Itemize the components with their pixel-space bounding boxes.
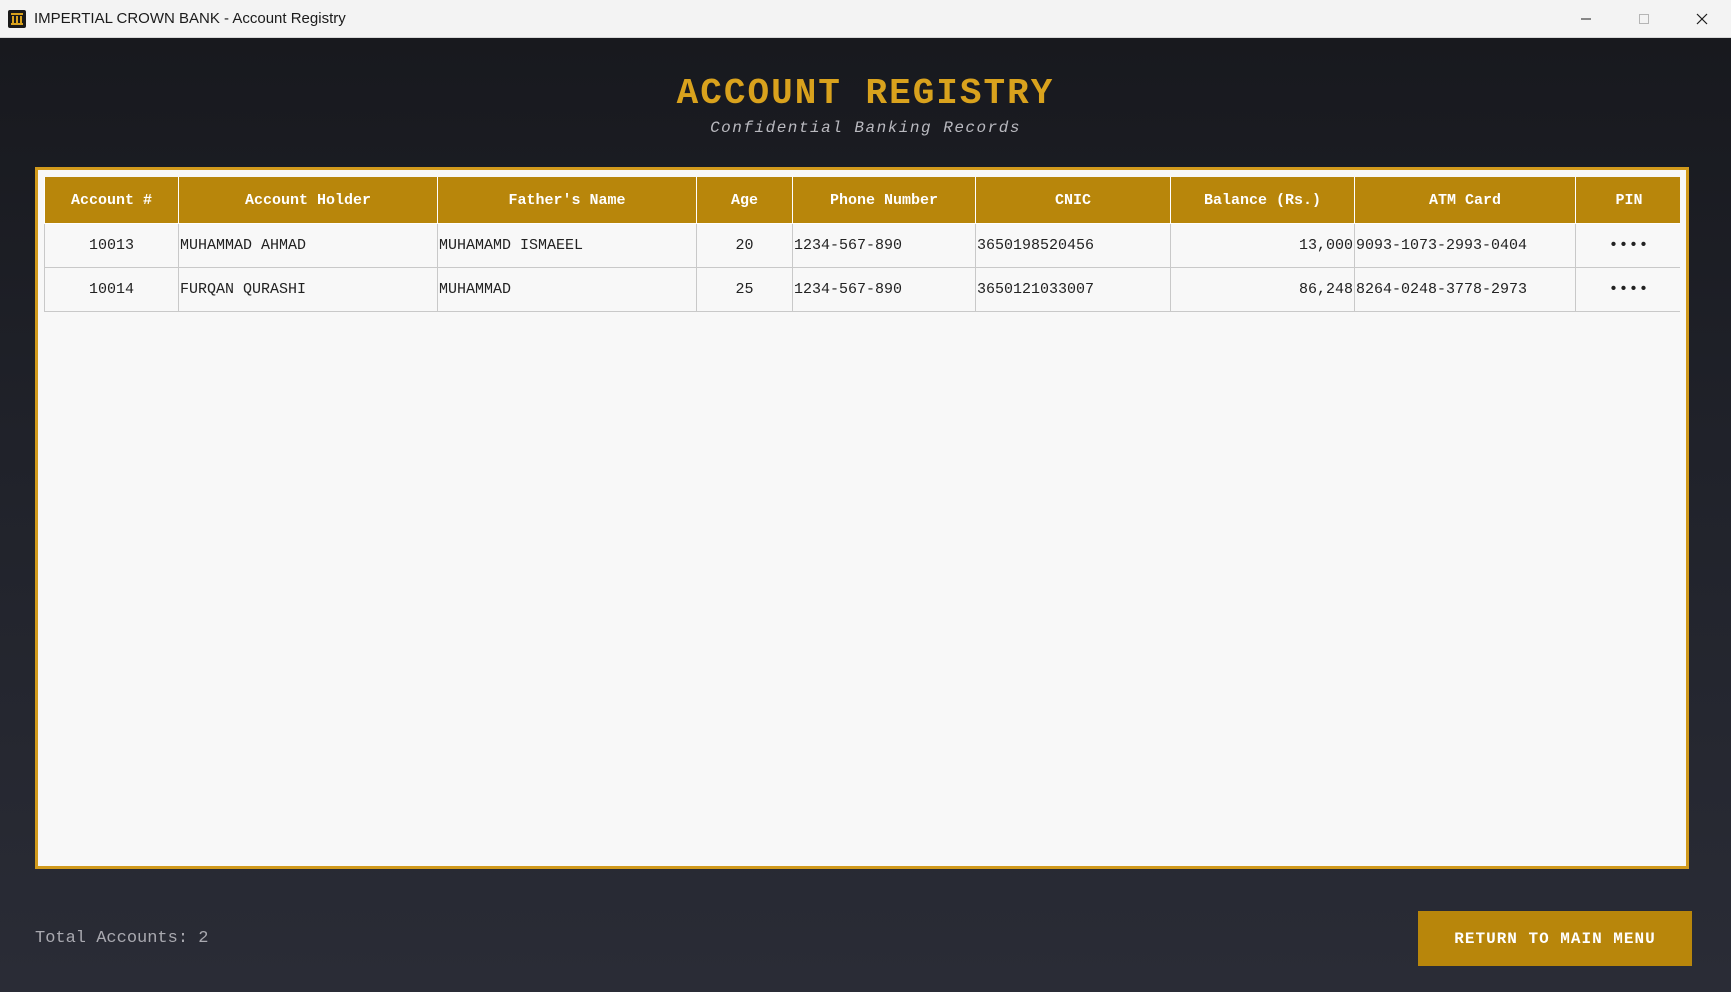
cell-pin: •••• (1575, 223, 1680, 268)
return-to-main-menu-button[interactable]: RETURN TO MAIN MENU (1418, 911, 1692, 966)
cell-phone-number: 1234-567-890 (792, 267, 976, 312)
cell-age: 20 (696, 223, 793, 268)
column-header-account-number[interactable]: Account # (44, 177, 179, 224)
cell-pin: •••• (1575, 267, 1680, 312)
cell-phone-number: 1234-567-890 (792, 223, 976, 268)
table-header-row: Account # Account Holder Father's Name A… (44, 177, 1680, 224)
page-subtitle: Confidential Banking Records (710, 119, 1021, 137)
column-header-account-holder[interactable]: Account Holder (178, 177, 438, 224)
minimize-button[interactable] (1557, 0, 1615, 37)
close-button[interactable] (1673, 0, 1731, 37)
maximize-button[interactable] (1615, 0, 1673, 37)
table-row[interactable]: 10014 FURQAN QURASHI MUHAMMAD 25 1234-56… (44, 267, 1680, 312)
registry-table: Account # Account Holder Father's Name A… (44, 177, 1680, 312)
cell-cnic: 3650121033007 (975, 267, 1171, 312)
column-header-age[interactable]: Age (696, 177, 793, 224)
maximize-icon (1639, 13, 1649, 24)
cell-cnic: 3650198520456 (975, 223, 1171, 268)
title-bar: IMPERTIAL CROWN BANK - Account Registry (0, 0, 1731, 38)
registry-table-frame: Account # Account Holder Father's Name A… (35, 167, 1689, 869)
column-header-pin[interactable]: PIN (1575, 177, 1680, 224)
bank-building-icon (8, 9, 26, 28)
cell-account-holder: FURQAN QURASHI (178, 267, 438, 312)
cell-account-number: 10014 (44, 267, 179, 312)
column-header-phone-number[interactable]: Phone Number (792, 177, 976, 224)
column-header-atm-card[interactable]: ATM Card (1354, 177, 1576, 224)
cell-balance: 86,248 (1170, 267, 1355, 312)
cell-account-holder: MUHAMMAD AHMAD (178, 223, 438, 268)
table-row[interactable]: 10013 MUHAMMAD AHMAD MUHAMAMD ISMAEEL 20… (44, 223, 1680, 268)
cell-account-number: 10013 (44, 223, 179, 268)
window-title: IMPERTIAL CROWN BANK - Account Registry (34, 10, 346, 27)
close-icon (1696, 13, 1708, 24)
page-title: ACCOUNT REGISTRY (676, 73, 1055, 114)
cell-atm-card: 8264-0248-3778-2973 (1354, 267, 1576, 312)
cell-age: 25 (696, 267, 793, 312)
minimize-icon (1581, 18, 1591, 19)
total-accounts-label: Total Accounts: 2 (35, 929, 209, 948)
registry-table-container: Account # Account Holder Father's Name A… (44, 177, 1680, 860)
column-header-balance[interactable]: Balance (Rs.) (1170, 177, 1355, 224)
cell-balance: 13,000 (1170, 223, 1355, 268)
cell-fathers-name: MUHAMMAD (437, 267, 697, 312)
column-header-fathers-name[interactable]: Father's Name (437, 177, 697, 224)
window-controls (1557, 0, 1731, 37)
app-window: IMPERTIAL CROWN BANK - Account Registry (0, 0, 1731, 992)
column-header-cnic[interactable]: CNIC (975, 177, 1171, 224)
cell-atm-card: 9093-1073-2993-0404 (1354, 223, 1576, 268)
cell-fathers-name: MUHAMAMD ISMAEEL (437, 223, 697, 268)
